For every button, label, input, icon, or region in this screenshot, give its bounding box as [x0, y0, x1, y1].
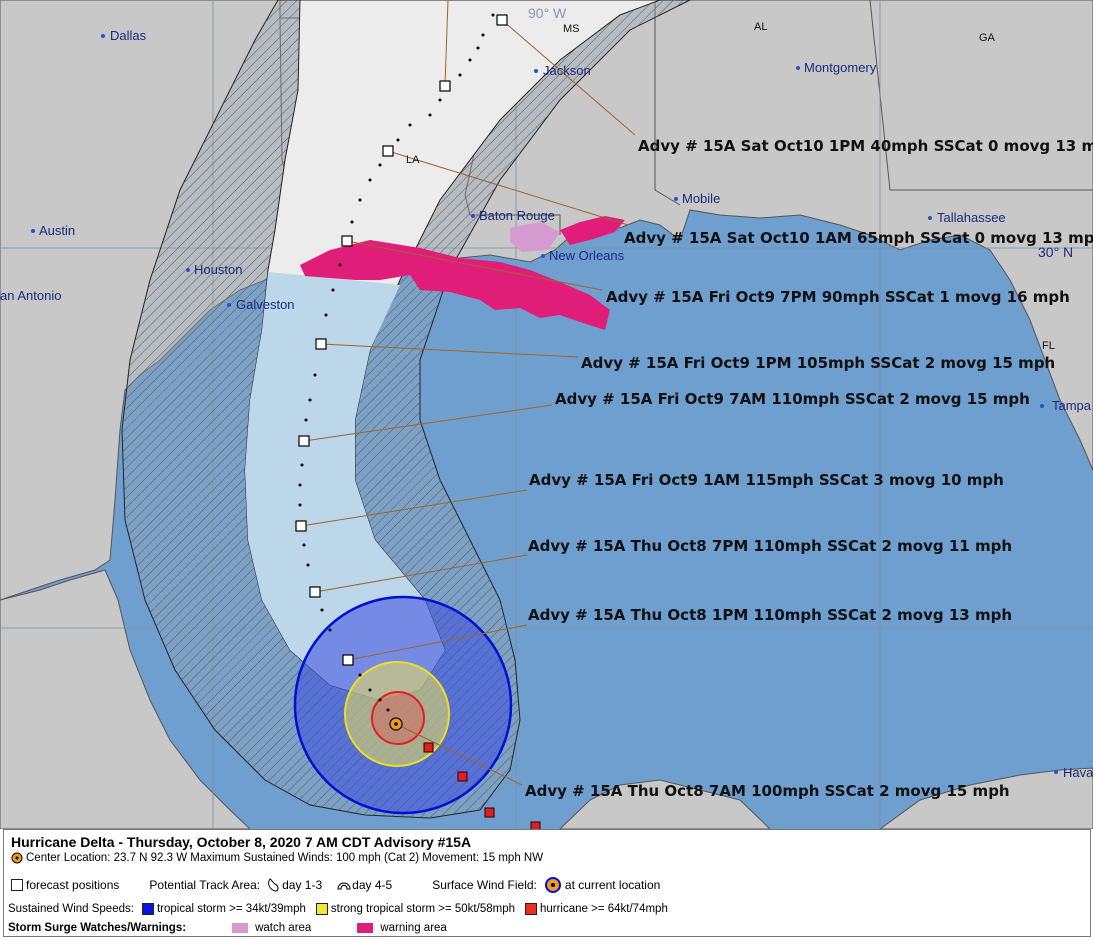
tropical-storm-swatch: [141, 903, 154, 915]
state-label-ms: MS: [563, 23, 580, 35]
advisory-label: Advy # 15A Thu Oct8 7AM 100mph SSCat 2 m…: [525, 782, 1010, 800]
center-location-row: Center Location: 23.7 N 92.3 W Maximum S…: [11, 852, 543, 864]
day45-cone-icon: [337, 882, 351, 890]
longitude-label: 90° W: [528, 5, 567, 21]
potential-track-area-label: Potential Track Area:: [149, 878, 261, 892]
legend-title: Hurricane Delta - Thursday, October 8, 2…: [11, 834, 472, 850]
advisory-label: Advy # 15A Sat Oct10 1PM 40mph SSCat 0 m…: [638, 137, 1093, 155]
storm-track-map: Dallas Jackson Montgomery Austin Baton R…: [0, 0, 1093, 829]
strong-tropical-storm-label: strong tropical storm >= 50kt/58mph: [330, 903, 515, 915]
current-location-label: at current location: [564, 878, 661, 892]
center-location-text: Center Location: 23.7 N 92.3 W Maximum S…: [26, 852, 544, 864]
map-legend: Hurricane Delta - Thursday, October 8, 2…: [3, 829, 1091, 937]
day45-label: day 4-5: [352, 878, 393, 892]
city-label-baton-rouge: Baton Rouge: [479, 208, 555, 223]
legend-row-wind: Sustained Wind Speeds: tropical storm >=…: [8, 903, 668, 915]
storm-center-dot: [394, 722, 398, 726]
day13-label: day 1-3: [282, 878, 323, 892]
state-label-al: AL: [754, 21, 767, 33]
tropical-storm-label: tropical storm >= 34kt/39mph: [156, 903, 306, 915]
day13-cone-icon: [268, 878, 279, 892]
hurricane-map-graphic: Dallas Jackson Montgomery Austin Baton R…: [0, 0, 1093, 940]
advisory-label: Advy # 15A Sat Oct10 1AM 65mph SSCat 0 m…: [624, 229, 1093, 247]
watch-area-label: watch area: [255, 922, 312, 934]
warning-area-swatch: [357, 923, 374, 933]
city-label-mobile: Mobile: [682, 191, 720, 206]
city-label-dallas: Dallas: [110, 28, 147, 43]
advisory-label: Advy # 15A Thu Oct8 1PM 110mph SSCat 2 m…: [528, 606, 1012, 624]
forecast-positions-label: forecast positions: [26, 878, 120, 892]
city-label-houston: Houston: [194, 262, 242, 277]
center-location-icon: [11, 852, 23, 864]
advisory-label: Advy # 15A Fri Oct9 7PM 90mph SSCat 1 mo…: [606, 288, 1070, 306]
warning-area-label: warning area: [380, 922, 447, 934]
sustained-wind-label: Sustained Wind Speeds:: [8, 903, 134, 915]
city-label-tampa: Tampa: [1052, 398, 1092, 413]
advisory-label: Advy # 15A Fri Oct9 1AM 115mph SSCat 3 m…: [529, 471, 1004, 489]
hurricane-label: hurricane >= 64kt/74mph: [539, 903, 668, 915]
city-label-austin: Austin: [39, 223, 75, 238]
state-label-la: LA: [406, 154, 420, 166]
advisory-label: Advy # 15A Fri Oct9 7AM 110mph SSCat 2 m…: [555, 390, 1030, 408]
surface-wind-field-label: Surface Wind Field:: [432, 878, 537, 892]
wind-field-icon: [544, 877, 561, 893]
city-label-montgomery: Montgomery: [804, 60, 877, 75]
advisory-label: Advy # 15A Fri Oct9 1PM 105mph SSCat 2 m…: [581, 354, 1055, 372]
state-label-fl: FL: [1042, 340, 1055, 352]
legend-row-surge: Storm Surge Watches/Warnings: watch area…: [8, 922, 447, 934]
watch-area-swatch: [232, 923, 249, 933]
strong-tropical-storm-swatch: [315, 903, 328, 915]
storm-surge-label: Storm Surge Watches/Warnings:: [8, 922, 187, 934]
hurricane-swatch: [524, 903, 537, 915]
advisory-label: Advy # 15A Thu Oct8 7PM 110mph SSCat 2 m…: [528, 537, 1012, 555]
legend-row-track: forecast positions Potential Track Area:…: [11, 877, 660, 893]
city-label-havana: Hava: [1063, 765, 1093, 780]
forecast-position-swatch: [11, 879, 23, 891]
city-label-new-orleans: New Orleans: [549, 248, 625, 263]
city-label-tallahassee: Tallahassee: [937, 210, 1006, 225]
city-label-galveston: Galveston: [236, 297, 295, 312]
state-label-ga: GA: [979, 32, 996, 44]
city-label-jackson: Jackson: [543, 63, 591, 78]
city-label-san-antonio: an Antonio: [0, 288, 61, 303]
